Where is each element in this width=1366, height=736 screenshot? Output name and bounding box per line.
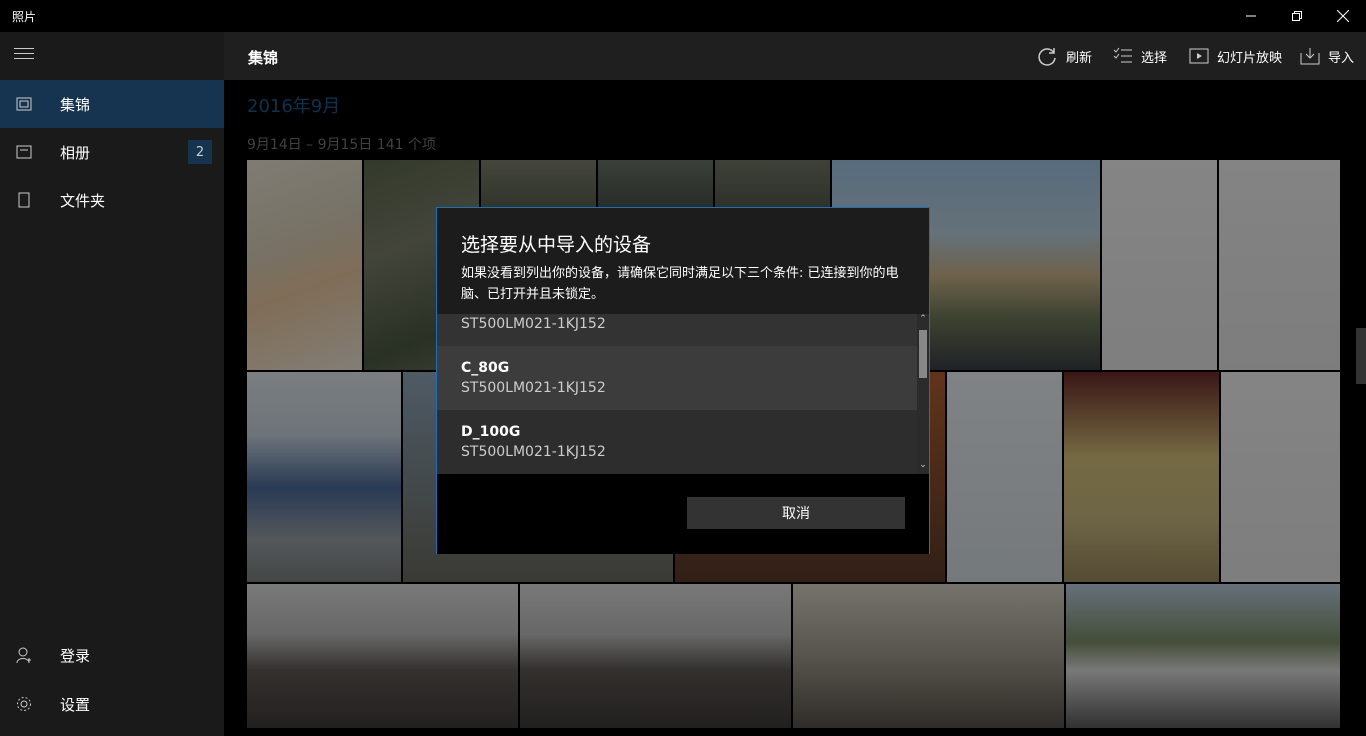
slideshow-icon: [1189, 48, 1209, 64]
dialog-title: 选择要从中导入的设备: [461, 234, 652, 256]
close-icon: [1337, 10, 1349, 22]
scroll-indicator[interactable]: [1356, 328, 1366, 384]
sidebar-item-label: 登录: [60, 646, 91, 665]
sidebar-item-albums[interactable]: 相册 2: [0, 128, 224, 176]
album-icon: [16, 145, 32, 159]
dialog-description: 如果没看到列出你的设备，请确保它同时满足以下三个条件: 已连接到你的电脑、已打开…: [461, 266, 899, 302]
device-subtitle: ST500LM021-1KJ152: [461, 316, 606, 332]
sidebar-item-collection[interactable]: 集锦: [0, 80, 224, 128]
import-button[interactable]: 导入: [1300, 44, 1354, 68]
select-label: 选择: [1141, 50, 1168, 66]
hamburger-menu-icon[interactable]: [14, 48, 34, 64]
refresh-label: 刷新: [1066, 50, 1093, 66]
device-name: C_80G: [461, 360, 510, 376]
scroll-down-icon[interactable]: ⌄: [917, 460, 929, 474]
scroll-up-icon[interactable]: ⌃: [917, 314, 929, 328]
restore-icon: [1292, 11, 1302, 21]
maximize-button[interactable]: [1274, 0, 1320, 32]
device-name: D_100G: [461, 424, 521, 440]
device-subtitle: ST500LM021-1KJ152: [461, 380, 606, 396]
device-item[interactable]: ST500LM021-1KJ152: [437, 314, 917, 346]
device-item-c[interactable]: C_80G ST500LM021-1KJ152: [437, 346, 917, 410]
import-icon: [1300, 48, 1320, 65]
user-icon: [16, 647, 31, 663]
import-device-dialog: 选择要从中导入的设备 如果没看到列出你的设备，请确保它同时满足以下三个条件: 已…: [436, 207, 930, 554]
refresh-button[interactable]: 刷新: [1036, 44, 1092, 68]
album-count-badge: 2: [188, 140, 212, 164]
close-button[interactable]: [1320, 0, 1366, 32]
sidebar-item-label: 文件夹: [60, 191, 106, 210]
device-item-d[interactable]: D_100G ST500LM021-1KJ152: [437, 410, 917, 474]
folder-icon: [18, 192, 30, 208]
slideshow-button[interactable]: 幻灯片放映: [1189, 44, 1282, 68]
sidebar-item-label: 设置: [60, 695, 91, 714]
minimize-icon: [1246, 15, 1256, 17]
device-subtitle: ST500LM021-1KJ152: [461, 444, 606, 460]
select-button[interactable]: 选择: [1113, 44, 1167, 68]
photo-collection-icon: [16, 97, 32, 111]
cancel-button[interactable]: 取消: [687, 497, 905, 529]
sidebar-item-sign-in[interactable]: 登录: [0, 631, 224, 679]
refresh-icon: [1038, 48, 1056, 66]
import-label: 导入: [1328, 50, 1355, 66]
header: 集锦 刷新 选择 幻灯片放映 导入: [224, 32, 1366, 80]
sidebar-item-label: 集锦: [60, 95, 91, 114]
dialog-footer: 取消: [437, 474, 929, 554]
device-list: ST500LM021-1KJ152 C_80G ST500LM021-1KJ15…: [437, 314, 929, 474]
sidebar-item-settings[interactable]: 设置: [0, 680, 224, 728]
title-bar: 照片: [0, 0, 1366, 32]
scroll-thumb[interactable]: [919, 330, 927, 378]
app-title: 照片: [12, 10, 37, 24]
sidebar-item-label: 相册: [60, 143, 91, 162]
gear-icon: [17, 697, 31, 711]
sidebar: 集锦 相册 2 文件夹 登录 设置: [0, 32, 224, 736]
slideshow-label: 幻灯片放映: [1217, 50, 1283, 66]
device-list-scrollbar[interactable]: ⌃ ⌄: [917, 314, 929, 474]
minimize-button[interactable]: [1228, 0, 1274, 32]
page-title: 集锦: [248, 49, 279, 67]
sidebar-item-folders[interactable]: 文件夹: [0, 176, 224, 224]
select-icon: [1113, 47, 1132, 63]
